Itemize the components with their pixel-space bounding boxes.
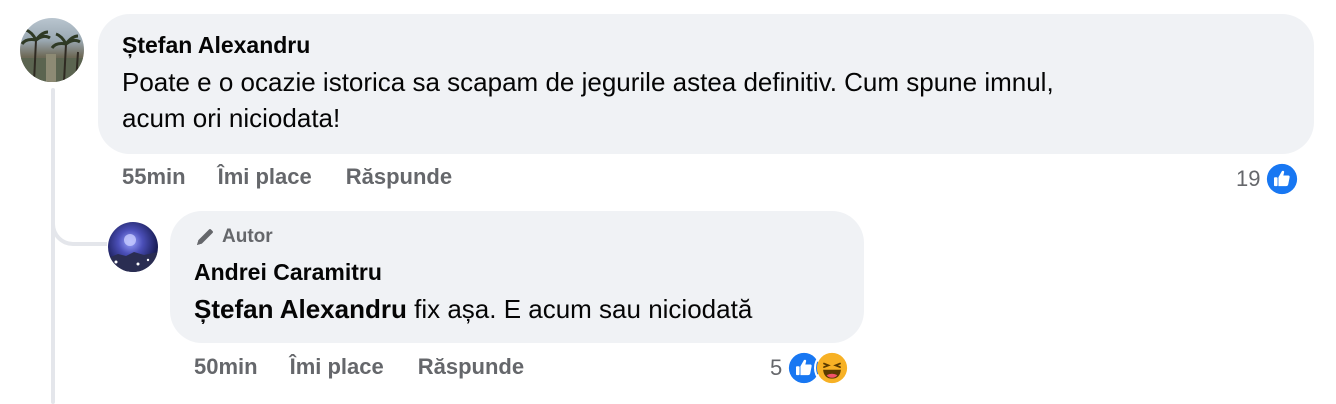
comment-text-body: fix așa. E acum sau niciodată — [406, 294, 753, 324]
reaction-summary[interactable]: 5 — [770, 350, 851, 386]
pencil-icon — [197, 229, 213, 245]
author-badge-label: Autor — [222, 226, 273, 247]
like-button[interactable]: Îmi place — [290, 354, 384, 380]
reply-bubble: Autor Andrei Caramitru Ștefan Alexandru … — [170, 211, 864, 343]
reaction-count: 19 — [1236, 166, 1261, 191]
comment-text: Poate e o ocazie istorica sa scapam de j… — [122, 64, 1290, 136]
thread-line — [51, 88, 55, 404]
comment-author-name[interactable]: Ștefan Alexandru — [122, 30, 1290, 60]
thread-reply-connector — [51, 200, 107, 246]
mention-link[interactable]: Ștefan Alexandru — [194, 294, 407, 324]
comment-text: Ștefan Alexandru fix așa. E acum sau nic… — [194, 291, 840, 327]
reply-button[interactable]: Răspunde — [346, 164, 452, 190]
comment-timestamp[interactable]: 50min — [194, 354, 258, 380]
like-button[interactable]: Îmi place — [218, 164, 312, 190]
comment-text-line: acum ori niciodata! — [122, 103, 341, 133]
author-badge: Autor — [194, 225, 840, 249]
comment-author-name[interactable]: Andrei Caramitru — [194, 257, 840, 287]
comment-actions: 50min Îmi place Răspunde — [194, 354, 524, 380]
avatar[interactable] — [20, 18, 84, 82]
palm-trees-avatar — [20, 28, 84, 82]
comment-text-line: Poate e o ocazie istorica sa scapam de j… — [122, 67, 1054, 97]
comment-timestamp[interactable]: 55min — [122, 164, 186, 190]
avatar[interactable] — [108, 222, 158, 272]
reaction-summary[interactable]: 19 — [1236, 161, 1301, 197]
comment-actions: 55min Îmi place Răspunde — [122, 164, 452, 190]
haha-icon — [814, 350, 851, 386]
reply-button[interactable]: Răspunde — [418, 354, 524, 380]
reaction-count: 5 — [770, 355, 783, 380]
comment-bubble: Ștefan Alexandru Poate e o ocazie istori… — [98, 14, 1314, 154]
night-city-avatar — [108, 234, 158, 272]
like-icon — [1264, 161, 1301, 197]
